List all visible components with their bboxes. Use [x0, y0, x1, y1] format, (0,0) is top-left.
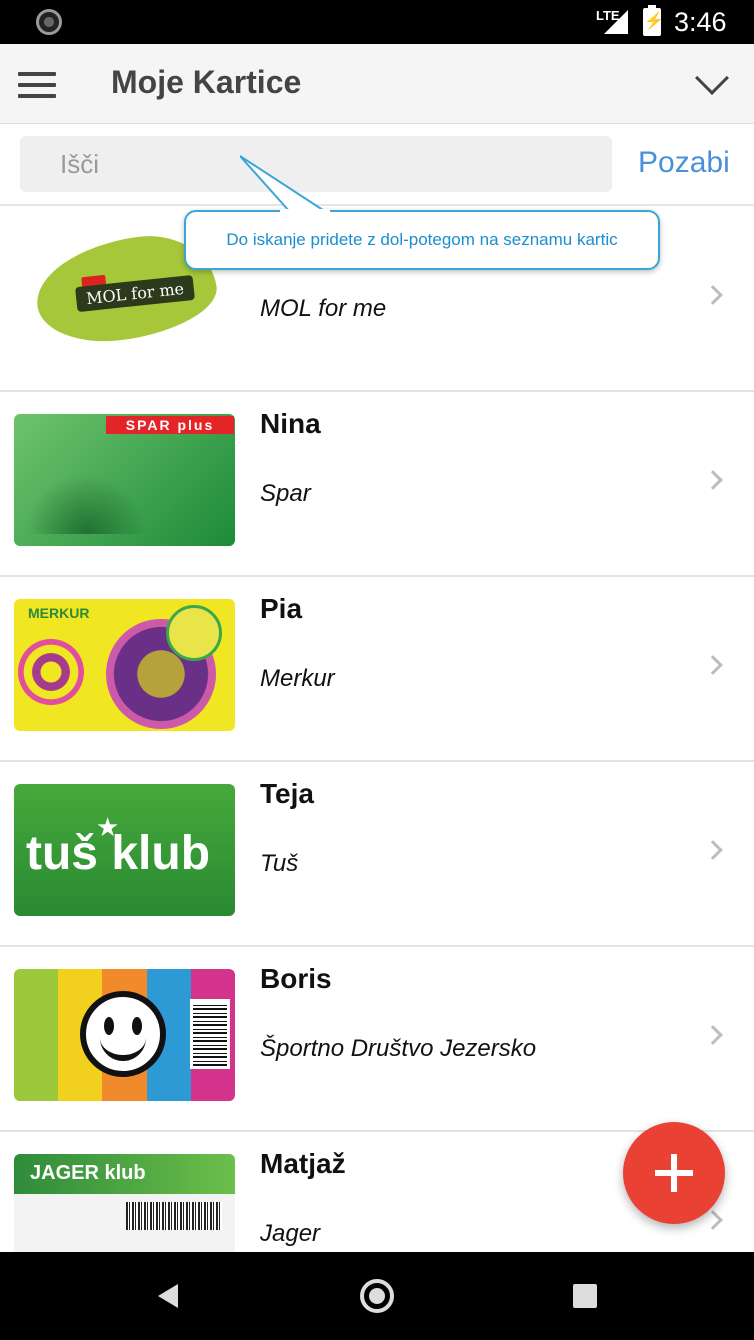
chevron-right-icon: [703, 285, 723, 305]
list-item[interactable]: ★ tuš klub Teja Tuš: [0, 762, 754, 947]
chevron-down-icon[interactable]: [695, 61, 729, 95]
barcode-icon: [190, 999, 230, 1069]
card-image-smiley: [14, 969, 235, 1101]
recents-icon[interactable]: [573, 1284, 597, 1308]
battery-charging-icon: [643, 5, 664, 36]
home-icon[interactable]: [360, 1279, 394, 1313]
card-owner: Teja: [260, 778, 314, 809]
card-image-spar: SPAR plus: [14, 414, 235, 546]
card-owner: Boris: [260, 963, 332, 994]
card-store: Športno Društvo Jezersko: [260, 1035, 537, 1062]
page-title: Moje Kartice: [111, 64, 302, 100]
list-item[interactable]: MERKUR Pia Merkur: [0, 577, 754, 762]
card-logo-text: SPAR plus: [106, 416, 234, 434]
card-image-tus: ★ tuš klub: [14, 784, 235, 916]
clock: 3:46: [674, 7, 727, 37]
card-logo-text: tuš klub: [26, 827, 211, 880]
chevron-right-icon: [703, 655, 723, 675]
status-bar: LTE 3:46: [0, 0, 754, 44]
chevron-right-icon: [703, 470, 723, 490]
card-store: Tuš: [260, 850, 299, 877]
back-icon[interactable]: [158, 1284, 178, 1308]
search-hint-tooltip: Do iskanje pridete z dol-potegom na sezn…: [184, 210, 660, 270]
card-list[interactable]: MOL for me MOL for me SPAR plus Nina Spa…: [0, 207, 754, 1252]
card-image-merkur: MERKUR: [14, 599, 235, 731]
chevron-right-icon: [703, 1025, 723, 1045]
list-item[interactable]: SPAR plus Nina Spar: [0, 392, 754, 577]
chevron-right-icon: [703, 840, 723, 860]
eco-badge-icon: [166, 605, 222, 661]
card-owner: Matjaž: [260, 1148, 346, 1179]
hamburger-menu-icon[interactable]: [18, 72, 56, 100]
card-owner: Pia: [260, 593, 303, 624]
system-nav-bar: [0, 1252, 754, 1340]
chevron-right-icon: [703, 1210, 723, 1230]
card-store: Merkur: [260, 665, 335, 692]
sync-icon: [36, 9, 62, 35]
cancel-search-button[interactable]: Pozabi: [638, 146, 730, 180]
card-store: Spar: [260, 480, 311, 507]
tooltip-pointer: [240, 155, 330, 214]
card-image-jager: JAGER klub: [14, 1154, 235, 1252]
card-logo-text: MERKUR: [28, 605, 90, 621]
card-logo-text: JAGER klub: [14, 1154, 235, 1194]
card-store: Jager: [260, 1220, 321, 1247]
add-card-button[interactable]: [623, 1122, 725, 1224]
card-owner: Nina: [260, 408, 321, 439]
card-store: MOL for me: [260, 295, 387, 322]
barcode-icon: [126, 1202, 222, 1230]
list-item[interactable]: Boris Športno Društvo Jezersko: [0, 947, 754, 1132]
smiley-icon: [80, 991, 166, 1077]
app-bar: Moje Kartice: [0, 44, 754, 124]
signal-icon: [604, 10, 628, 34]
search-bar: Išči Pozabi: [0, 124, 754, 206]
